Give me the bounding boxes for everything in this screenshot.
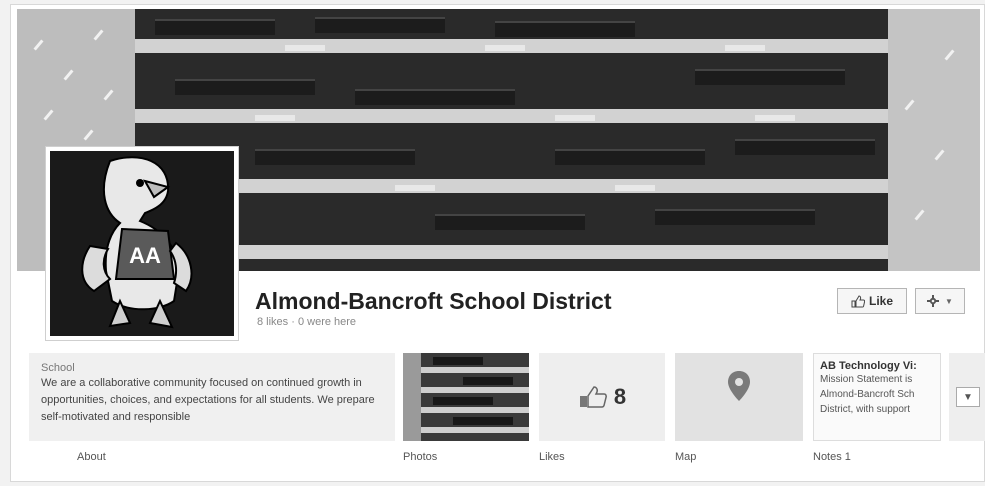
page-stats: 8 likes · 0 were here	[257, 316, 357, 328]
gear-icon	[927, 295, 940, 307]
settings-dropdown-button[interactable]: ▼	[915, 288, 965, 314]
note-title: AB Technology Vi:	[820, 360, 917, 372]
map-app-tile[interactable]	[675, 353, 803, 441]
map-pin-icon	[675, 353, 803, 441]
chevron-down-icon: ▼	[945, 296, 953, 306]
tab-about[interactable]: About	[77, 451, 106, 463]
facebook-page: AA Almond-Bancroft School District 8 lik…	[0, 0, 985, 486]
cover-right-wall	[888, 9, 980, 271]
note-line: District, with support	[820, 404, 911, 415]
photos-app-thumbnail[interactable]	[403, 353, 529, 441]
thumbs-up-icon	[851, 294, 865, 307]
tab-notes[interactable]: Notes 1	[813, 451, 851, 463]
about-box[interactable]: School We are a collaborative community …	[29, 353, 395, 441]
tab-photos[interactable]: Photos	[403, 451, 437, 463]
like-button-label: Like	[868, 294, 893, 308]
profile-picture[interactable]: AA	[45, 146, 239, 341]
laptop-cart-image	[135, 9, 888, 271]
page-frame: AA Almond-Bancroft School District 8 lik…	[10, 4, 985, 482]
like-button[interactable]: Like	[837, 288, 907, 314]
chevron-down-icon: ▼	[963, 391, 973, 403]
note-line: Mission Statement is	[820, 374, 913, 385]
note-line: Almond-Bancroft Sch	[820, 389, 915, 400]
likes-count: 8	[613, 384, 627, 409]
likes-app-tile[interactable]: 8	[539, 353, 665, 441]
thumbs-up-icon	[579, 386, 607, 408]
notes-app-tile[interactable]: AB Technology Vi: Mission Statement is A…	[813, 353, 941, 441]
eagle-mascot-logo: AA	[50, 151, 234, 336]
svg-text:AA: AA	[129, 243, 161, 268]
about-description: We are a collaborative community focused…	[41, 377, 375, 423]
tab-map[interactable]: Map	[675, 451, 696, 463]
page-title: Almond-Bancroft School District	[255, 288, 612, 314]
tab-likes[interactable]: Likes	[539, 451, 565, 463]
photos-preview-image	[403, 353, 529, 441]
page-category: School	[41, 362, 75, 374]
expand-apps-button[interactable]: ▼	[956, 387, 980, 407]
